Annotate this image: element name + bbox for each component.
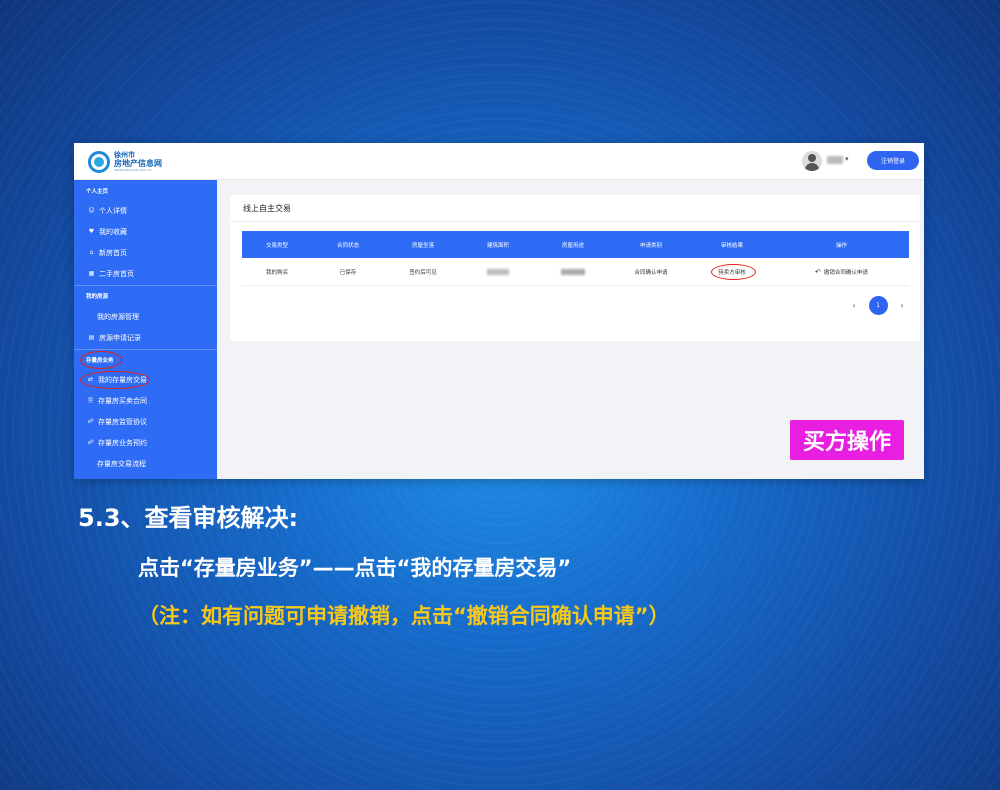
logo-url: www.xzhouse.com.cn — [114, 167, 152, 172]
sidebar-group-personal: 个人主页 — [86, 189, 109, 195]
instruction-line: 点击“存量房业务”——点击“我的存量房交易” — [138, 556, 572, 580]
sidebar-group-listings: 我的房源 — [86, 294, 109, 300]
column-header: 房屋用途 — [561, 242, 584, 249]
buyer-operation-badge: 买方操作 — [790, 420, 904, 460]
table-row: 我的购买 已保存 签约后可见 合同确认申请 待卖方审核 ↶ 撤销合同确认申请 — [242, 258, 909, 286]
highlight-oval — [80, 351, 122, 369]
panel-divider — [230, 221, 920, 222]
heart-icon: ♥ — [88, 228, 95, 235]
cell-location: 签约后可见 — [409, 270, 437, 276]
sidebar-item-label: 我的房源管理 — [97, 312, 139, 321]
site-logo[interactable]: 徐州市 房地产信息网 www.xzhouse.com.cn — [88, 150, 188, 174]
sidebar-divider — [74, 349, 217, 350]
cell-area-blurred — [462, 258, 534, 286]
home-icon: ⌂ — [89, 249, 94, 256]
pagination: ‹ 1 › — [848, 295, 908, 315]
logout-button[interactable]: 注销登录 — [867, 151, 919, 170]
current-page-button[interactable]: 1 — [868, 295, 888, 315]
column-header: 操作 — [835, 242, 847, 249]
sidebar-item-new-home[interactable]: ⌂ 新房首页 — [74, 242, 217, 263]
instruction-note: （注：如有问题可申请撤销，点击“撤销合同确认申请”） — [138, 604, 670, 628]
sidebar-item-stock-supervision[interactable]: ☍ 存量房监管协议 — [74, 411, 217, 432]
top-bar: 徐州市 房地产信息网 www.xzhouse.com.cn ▾ 注销登录 — [74, 143, 924, 180]
cell-audit-result: 待卖方审核 — [690, 258, 774, 286]
sidebar-item-label: 我的收藏 — [99, 227, 127, 236]
cell-usage-blurred — [534, 258, 612, 286]
sidebar-item-label: 房源申请记录 — [99, 333, 141, 342]
agreement-icon: ☍ — [87, 418, 94, 425]
sidebar-item-label: 存量房业务预约 — [98, 438, 147, 447]
column-header: 审核结果 — [720, 242, 743, 249]
document-icon: 🗎 — [88, 396, 93, 404]
column-header: 合同状态 — [336, 242, 359, 249]
cell-trade-type: 我的购买 — [265, 270, 288, 276]
prev-page-button[interactable]: ‹ — [848, 301, 860, 310]
user-name-blurred[interactable] — [827, 156, 843, 164]
highlight-oval — [711, 264, 756, 280]
sidebar-item-favorites[interactable]: ♥ 我的收藏 — [74, 221, 217, 242]
next-page-button[interactable]: › — [896, 301, 908, 310]
sidebar-item-personal-details[interactable]: ☺ 个人详情 — [74, 200, 217, 221]
cell-contract-status: 已保存 — [339, 270, 357, 276]
sidebar-item-second-home[interactable]: ▦ 二手房首页 — [74, 263, 217, 284]
sidebar: 个人主页 ☺ 个人详情 ♥ 我的收藏 ⌂ 新房首页 ▦ 二手房首页 我的房源 我… — [74, 180, 217, 479]
highlight-oval — [80, 371, 150, 389]
calendar-icon: ☍ — [87, 439, 94, 446]
sidebar-item-label: 存量房买卖合同 — [98, 396, 147, 405]
logo-city: 徐州市 — [114, 150, 135, 159]
logo-icon — [88, 151, 110, 173]
sidebar-item-stock-contract[interactable]: 🗎 存量房买卖合同 — [74, 390, 217, 411]
undo-icon: ↶ — [815, 268, 821, 276]
sidebar-item-stock-flow[interactable]: 存量房交易流程 — [74, 453, 217, 474]
step-heading: 5.3、查看审核解决: — [78, 504, 299, 532]
sidebar-item-label: 二手房首页 — [99, 269, 134, 278]
panel-title: 线上自主交易 — [243, 204, 291, 213]
cell-apply-type: 合同确认申请 — [634, 270, 668, 276]
column-header: 房屋坐落 — [411, 242, 434, 249]
table-header: 交易类型 合同状态 房屋坐落 建筑面积 房屋用途 申请类别 审核结果 操作 — [242, 231, 909, 258]
revoke-action-link[interactable]: ↶ 撤销合同确认申请 — [774, 258, 909, 286]
sidebar-item-label: 新房首页 — [99, 248, 127, 257]
sidebar-item-listing-manage[interactable]: 我的房源管理 — [74, 306, 217, 327]
sidebar-divider — [74, 285, 217, 286]
chevron-down-icon[interactable]: ▾ — [845, 155, 849, 163]
user-avatar-icon[interactable] — [802, 151, 822, 171]
column-header: 申请类别 — [639, 242, 662, 249]
sidebar-item-listing-apply[interactable]: ▤ 房源申请记录 — [74, 327, 217, 348]
action-label: 撤销合同确认申请 — [823, 270, 868, 276]
website-screenshot: 徐州市 房地产信息网 www.xzhouse.com.cn ▾ 注销登录 个人主… — [74, 143, 924, 479]
logo-name: 房地产信息网 — [114, 158, 162, 168]
list-icon: ▤ — [88, 334, 95, 341]
trade-panel: 线上自主交易 交易类型 合同状态 房屋坐落 建筑面积 房屋用途 申请类别 审核结… — [230, 195, 920, 341]
sidebar-item-label: 存量房监管协议 — [98, 417, 147, 426]
person-icon: ☺ — [88, 207, 95, 214]
sidebar-item-stock-booking[interactable]: ☍ 存量房业务预约 — [74, 432, 217, 453]
column-header: 建筑面积 — [486, 242, 509, 249]
sidebar-item-label: 个人详情 — [99, 206, 127, 215]
column-header: 交易类型 — [265, 242, 288, 249]
building-icon: ▦ — [88, 270, 95, 277]
sidebar-item-label: 存量房交易流程 — [97, 459, 146, 468]
